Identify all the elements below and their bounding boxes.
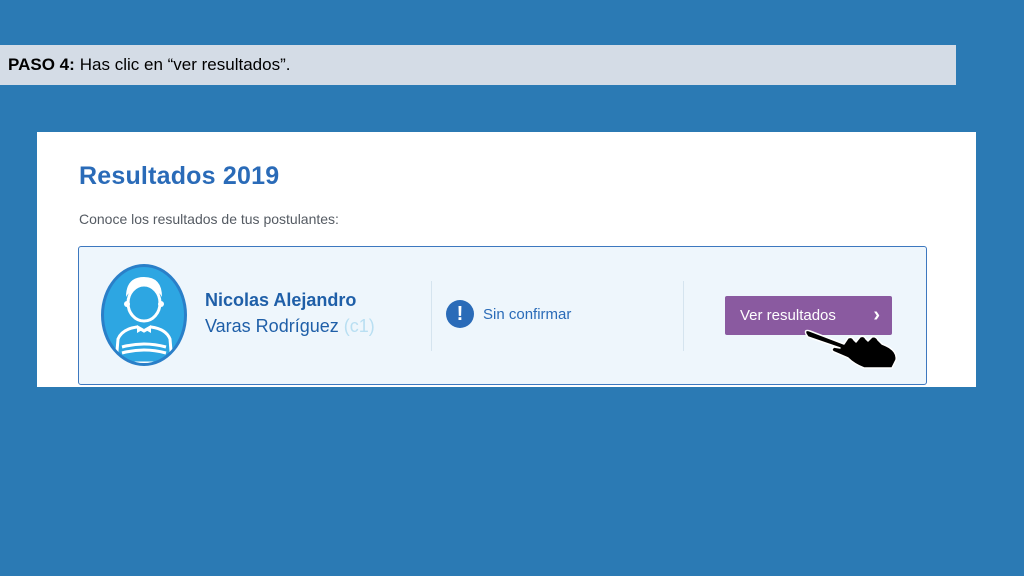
exclamation-icon: !: [446, 300, 474, 328]
view-results-label: Ver resultados: [740, 307, 836, 324]
hand-pointer-icon: [804, 329, 897, 369]
page-subtitle: Conoce los resultados de tus postulantes…: [79, 211, 339, 227]
card-divider: [683, 281, 684, 351]
applicant-last-name: Varas Rodríguez (c1): [205, 316, 375, 337]
applicant-first-name: Nicolas Alejandro: [205, 290, 357, 310]
status-label: Sin confirmar: [483, 305, 572, 323]
instruction-banner: PASO 4: Has clic en “ver resultados”.: [0, 45, 956, 85]
instruction-text: Has clic en “ver resultados”.: [79, 55, 291, 74]
child-avatar-icon: [101, 264, 187, 366]
applicant-surname: Varas Rodríguez: [205, 316, 339, 336]
status-indicator: ! Sin confirmar: [446, 300, 571, 328]
card-divider: [431, 281, 432, 351]
step-label: PASO 4:: [8, 55, 75, 74]
applicant-card: Nicolas Alejandro Varas Rodríguez (c1) ! …: [78, 246, 927, 385]
chevron-right-icon: ›: [873, 304, 880, 326]
applicant-code: (c1): [343, 316, 375, 336]
page-title: Resultados 2019: [79, 162, 280, 190]
